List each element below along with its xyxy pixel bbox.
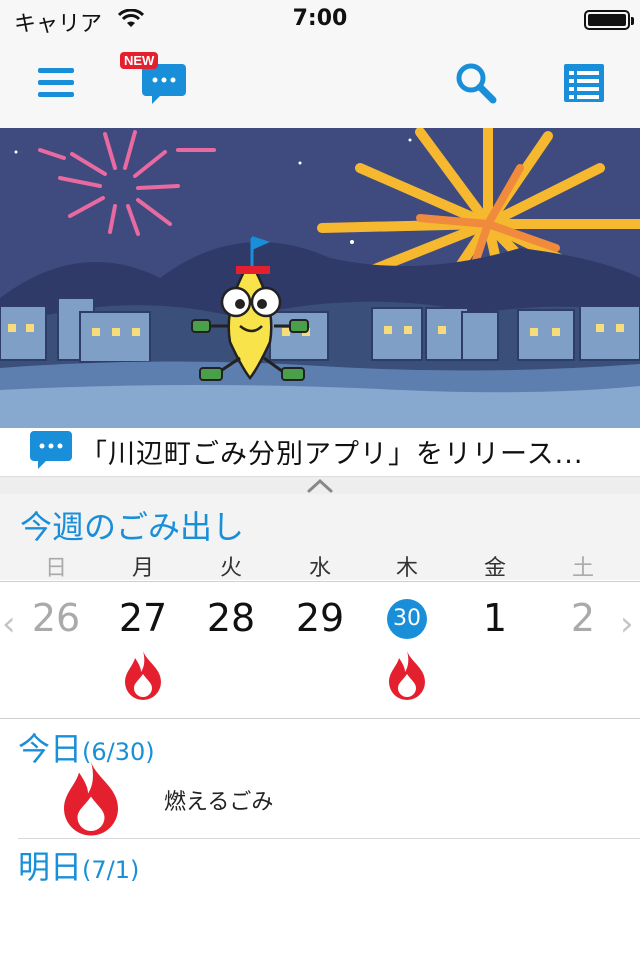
date-cell[interactable]: 27 [103,596,183,640]
chevron-up-icon [307,478,333,493]
weekday-sat: 土 [571,556,594,581]
prev-week-button[interactable]: ‹ [2,604,16,644]
hamburger-menu-icon[interactable] [38,67,74,99]
weekday-row: 日 月 火 水 木 金 土 [0,550,640,581]
collapse-handle[interactable] [0,476,640,495]
tomorrow-date: (7/1) [82,856,140,884]
weekday-wed: 水 [308,556,331,581]
chat-bubble-icon [30,431,72,469]
messages-button[interactable]: NEW [118,52,190,118]
next-week-button[interactable]: › [620,604,634,644]
flame-icon [389,651,425,700]
search-icon[interactable] [455,62,497,104]
week-title: 今週のごみ出し [20,508,245,546]
news-row[interactable]: 「川辺町ごみ分別アプリ」をリリース... [0,428,640,476]
new-badge: NEW [120,52,159,69]
date-cell[interactable]: 2 [543,596,623,640]
tomorrow-label: 明日 [18,848,83,886]
list-icon[interactable] [564,64,604,102]
event-banner[interactable] [0,128,640,428]
weekday-mon: 月 [131,556,154,581]
flame-icon [64,762,118,836]
weekday-fri: 金 [483,556,506,581]
today-date-cell[interactable]: 30 [387,599,427,639]
weekday-tue: 火 [219,556,242,581]
flame-icon [125,651,161,700]
divider [18,838,640,839]
date-cell[interactable]: 1 [455,596,535,640]
date-cell[interactable]: 26 [16,596,96,640]
toolbar: NEW [0,40,640,128]
week-calendar: ‹ 26 27 28 29 30 1 2 › [0,581,640,719]
date-cell[interactable]: 29 [280,596,360,640]
week-panel: 今週のごみ出し 日 月 火 水 木 金 土 [0,494,640,581]
weekday-sun: 日 [44,556,67,581]
date-cell[interactable]: 28 [191,596,271,640]
weekday-thu: 木 [395,556,418,581]
today-garbage-type[interactable]: 燃えるごみ [164,784,273,816]
chat-bubble-icon [142,64,186,104]
fireworks-illustration [0,128,640,428]
status-bar: キャリア 7:00 [0,0,640,40]
clock: 7:00 [292,6,348,31]
news-headline: 「川辺町ごみ分別アプリ」をリリース... [80,439,584,470]
battery-icon [584,10,634,30]
tomorrow-heading: 明日(7/1) [18,842,139,888]
